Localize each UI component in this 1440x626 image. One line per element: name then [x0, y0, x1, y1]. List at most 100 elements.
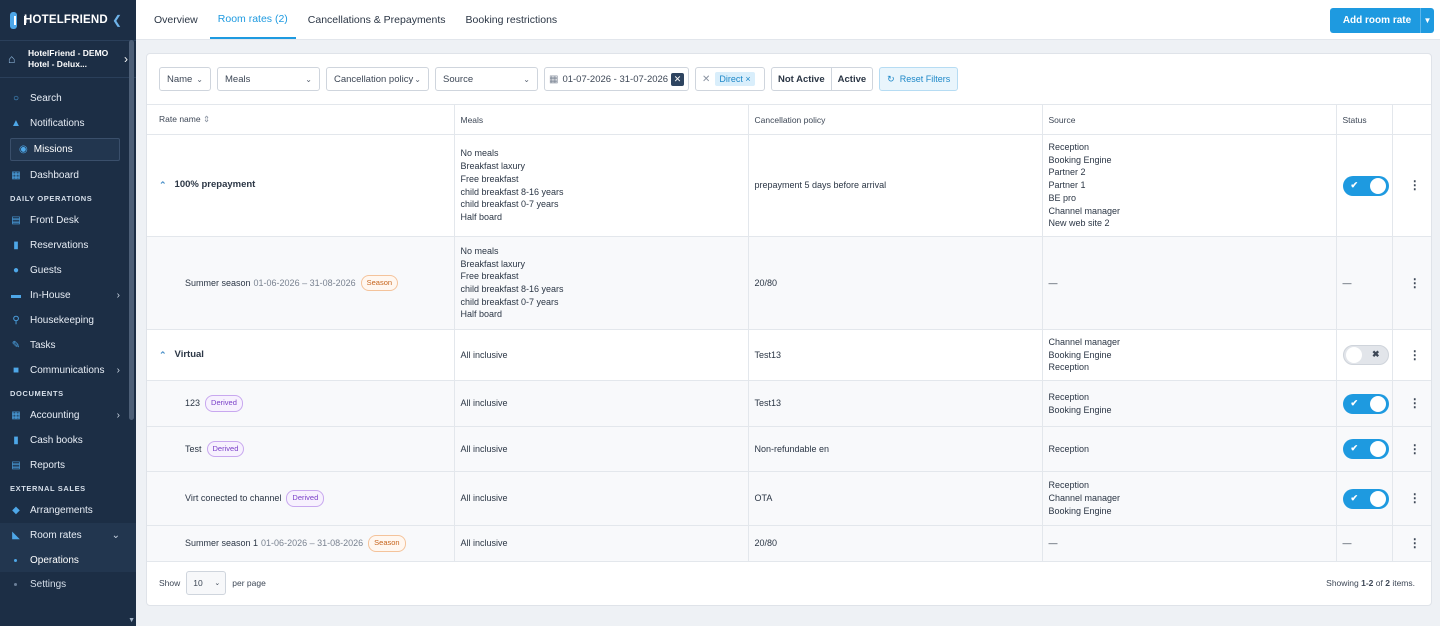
- status-toggle[interactable]: ✔: [1342, 393, 1389, 414]
- chevron-up-icon[interactable]: ⌃: [159, 179, 167, 192]
- table-row[interactable]: Test Derived All inclusive Non-refundable…: [147, 426, 1431, 472]
- status-toggle[interactable]: ✔: [1342, 439, 1389, 459]
- table-row[interactable]: Virt conected to channel Derived All incl…: [147, 471, 1431, 526]
- sidebar-item-housekeeping[interactable]: ⚲ Housekeeping: [0, 308, 136, 333]
- tab-cancellations-prepayments[interactable]: Cancellations & Prepayments: [300, 0, 454, 39]
- broom-icon: ⚲: [12, 315, 20, 326]
- hotelfriend-logo-icon: [10, 11, 26, 29]
- sidebar-item-label: Notifications: [30, 118, 85, 129]
- sidebar-item-tasks[interactable]: ✎ Tasks: [0, 333, 136, 358]
- sidebar-item-reservations[interactable]: ▮ Reservations: [0, 233, 136, 258]
- rate-name: Summer season 1 01-06-2026 – 31-08-2026 Se…: [153, 535, 454, 552]
- col-rate-name[interactable]: Rate name ⇕: [147, 104, 455, 135]
- filter-chip[interactable]: Direct ×: [715, 72, 755, 86]
- brand-logo[interactable]: HOTELFRIEND ❮: [0, 0, 136, 40]
- season-badge: Season: [360, 274, 399, 292]
- name-filter[interactable]: Name ⌄: [159, 67, 211, 91]
- sidebar-item-communications[interactable]: ■ Communications ›: [0, 358, 136, 383]
- add-room-rate-button[interactable]: Add room rate ▼: [1330, 8, 1434, 33]
- sidebar-item-label: Housekeeping: [30, 315, 94, 326]
- more-actions-icon[interactable]: ⋮: [1392, 134, 1431, 237]
- more-actions-icon[interactable]: ⋮: [1392, 329, 1431, 381]
- meals-filter[interactable]: Meals ⌄: [217, 67, 320, 91]
- status-cell: —: [1336, 525, 1393, 562]
- hotel-icon: ⌂: [8, 52, 16, 66]
- more-actions-icon[interactable]: ⋮: [1392, 426, 1431, 472]
- sidebar-item-room-rates[interactable]: ◣ Room rates ⌄: [0, 523, 136, 548]
- rate-name-text: Summer season 1: [185, 538, 259, 549]
- sidebar-subitem-operations[interactable]: Operations: [0, 548, 136, 572]
- scroll-down-icon[interactable]: ▼: [128, 617, 135, 624]
- tag-icon: ◆: [12, 505, 20, 516]
- sidebar-scrollbar[interactable]: [129, 40, 134, 420]
- chevron-down-icon[interactable]: ▼: [1420, 8, 1434, 33]
- table-row[interactable]: ⌃ 100% prepayment No meals Breakfast laxu…: [147, 134, 1431, 237]
- calendar-icon: ▤: [11, 215, 21, 226]
- sidebar-item-reports[interactable]: ▤ Reports: [0, 453, 136, 478]
- sidebar-item-dashboard[interactable]: ▦ Dashboard: [0, 163, 136, 188]
- sidebar-item-notifications[interactable]: ▲ Notifications: [0, 111, 136, 136]
- table-row[interactable]: Summer season 1 01-06-2026 – 31-08-2026 Se…: [147, 525, 1431, 562]
- cashbook-icon: ▮: [13, 435, 19, 446]
- date-range-filter[interactable]: ▦ 01-07-2026 - 31-07-2026 ✕: [544, 67, 689, 91]
- rates-table: Rate name ⇕ Meals Cancellation policy So…: [147, 104, 1431, 562]
- channel-filter[interactable]: ✕ Direct ×: [695, 67, 765, 91]
- tab-booking-restrictions[interactable]: Booking restrictions: [458, 0, 566, 39]
- sidebar-item-arrangements[interactable]: ◆ Arrangements: [0, 498, 136, 523]
- sort-icon[interactable]: ⇕: [203, 114, 210, 124]
- sidebar-item-in-house[interactable]: ▬ In-House ›: [0, 283, 136, 308]
- chevron-down-icon: ⌄: [111, 530, 120, 541]
- clear-icon[interactable]: ✕: [702, 74, 710, 85]
- sidebar-item-accounting[interactable]: ▦ Accounting ›: [0, 403, 136, 428]
- chevron-up-icon[interactable]: ⌃: [159, 349, 167, 362]
- more-actions-icon[interactable]: ⋮: [1392, 380, 1431, 427]
- status-toggle[interactable]: ✔: [1342, 488, 1389, 509]
- clear-date-icon[interactable]: ✕: [671, 72, 684, 86]
- table-footer: Show 10 ⌄ per page Showing 1-2 of 2 item…: [147, 561, 1431, 605]
- meals-cell: All inclusive: [454, 471, 749, 526]
- rate-name: Virt conected to channel Derived: [153, 490, 454, 507]
- season-date-range: 01-06-2026 – 31-08-2026: [253, 277, 356, 288]
- toggle-knob: [1369, 441, 1386, 457]
- source-cell: Reception Channel manager Booking Engine: [1042, 471, 1337, 526]
- col-actions: [1392, 104, 1431, 135]
- sidebar-item-cash-books[interactable]: ▮ Cash books: [0, 428, 136, 453]
- col-meals: Meals: [454, 104, 749, 135]
- missions-button[interactable]: ◉ Missions: [10, 138, 120, 161]
- tab-room-rates[interactable]: Room rates (2): [209, 0, 296, 39]
- hotel-switcher[interactable]: ⌂ HotelFriend - DEMO Hotel - Delux... ›: [0, 40, 136, 78]
- per-page-select[interactable]: 10 ⌄: [186, 571, 227, 595]
- table-row[interactable]: ⌃ Virtual All inclusive Test13 Channel ma…: [147, 329, 1431, 381]
- room-rates-card: Name ⌄ Meals ⌄ Cancellation policy ⌄ Sou…: [146, 53, 1432, 606]
- chevron-down-icon: ⌄: [523, 74, 530, 84]
- source-filter[interactable]: Source ⌄: [435, 67, 538, 91]
- active-toggle[interactable]: Active: [830, 68, 873, 90]
- table-row[interactable]: 123 Derived All inclusive Test13 Receptio…: [147, 380, 1431, 427]
- sidebar-item-label: Guests: [30, 265, 62, 276]
- reset-filters-button[interactable]: ↻ Reset Filters: [879, 67, 959, 91]
- cancellation-filter-label: Cancellation policy: [334, 73, 414, 85]
- calendar-icon: ▦: [549, 73, 559, 85]
- source-cell: Reception: [1042, 426, 1337, 472]
- search-icon: ○: [12, 93, 20, 104]
- more-actions-icon[interactable]: ⋮: [1392, 525, 1431, 562]
- not-active-toggle[interactable]: Not Active: [772, 68, 831, 90]
- more-actions-icon[interactable]: ⋮: [1392, 236, 1431, 330]
- tab-overview[interactable]: Overview: [146, 0, 206, 39]
- sidebar-item-front-desk[interactable]: ▤ Front Desk: [0, 208, 136, 233]
- sidebar-subitem-settings[interactable]: Settings: [0, 572, 136, 596]
- more-actions-icon[interactable]: ⋮: [1392, 471, 1431, 526]
- status-toggle[interactable]: ✔: [1342, 175, 1389, 196]
- sidebar-item-label: Arrangements: [30, 505, 93, 516]
- sidebar: HOTELFRIEND ❮ ⌂ HotelFriend - DEMO Hotel…: [0, 0, 136, 626]
- cancellation-policy-filter[interactable]: Cancellation policy ⌄: [326, 67, 429, 91]
- showing-of: of: [1373, 578, 1386, 588]
- sidebar-item-guests[interactable]: ● Guests: [0, 258, 136, 283]
- section-documents: DOCUMENTS: [10, 389, 64, 398]
- wrench-icon: ✎: [11, 340, 21, 351]
- status-toggle[interactable]: ✖: [1342, 345, 1389, 365]
- collapse-sidebar-icon[interactable]: ❮: [112, 13, 122, 27]
- check-icon: ✔: [1350, 492, 1359, 503]
- sidebar-item-search[interactable]: ○ Search: [0, 86, 136, 111]
- table-row[interactable]: Summer season 01-06-2026 – 31-08-2026 Seas…: [147, 236, 1431, 330]
